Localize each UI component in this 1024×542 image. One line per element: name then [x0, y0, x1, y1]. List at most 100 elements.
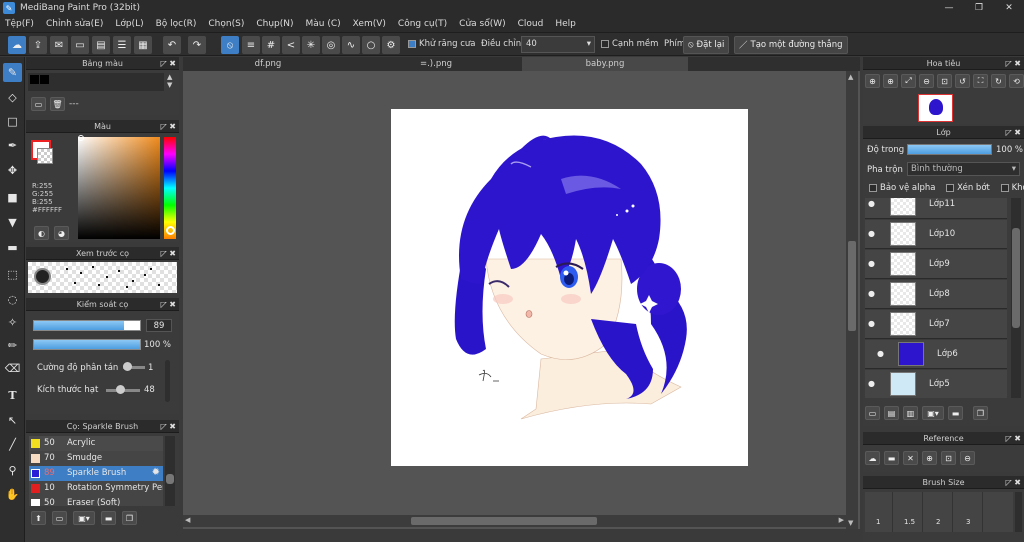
- layer-opacity-slider[interactable]: [907, 144, 992, 155]
- new-halftone-layer-icon[interactable]: ▤: [884, 406, 899, 420]
- lasso-tool-icon[interactable]: ◌: [3, 290, 22, 309]
- drawing-canvas[interactable]: [391, 109, 748, 466]
- fill-rect-tool-icon[interactable]: ■: [3, 188, 22, 207]
- grid-icon[interactable]: ▦: [134, 36, 152, 54]
- ellipse-snap-icon[interactable]: ○: [362, 36, 380, 54]
- rotate-right-icon[interactable]: ↻: [991, 74, 1006, 88]
- scroll-up-icon[interactable]: ▲: [848, 73, 853, 81]
- protect-alpha-checkbox[interactable]: [869, 183, 877, 192]
- palette-swatch[interactable]: [30, 75, 39, 84]
- zoom-icon[interactable]: ⊕: [865, 74, 880, 88]
- canvas-horizontal-scrollbar[interactable]: ◀ ▶: [183, 515, 846, 527]
- brush-size-slider[interactable]: [33, 320, 141, 331]
- divide-tool-icon[interactable]: ╱: [3, 435, 22, 454]
- palette-scroll[interactable]: ▲ ▼: [167, 73, 172, 89]
- particle-size-slider-handle[interactable]: [116, 385, 125, 394]
- menu-file[interactable]: Tệp(F): [5, 19, 34, 29]
- layer-item-10[interactable]: ● Lớp10: [865, 220, 1007, 249]
- panel-controls[interactable]: ◸ ✖: [161, 120, 176, 133]
- scroll-left-icon[interactable]: ◀: [185, 516, 190, 524]
- curve-snap-icon[interactable]: ∿: [342, 36, 360, 54]
- text-tool-icon[interactable]: T: [3, 386, 22, 405]
- blend-select[interactable]: Bình thường ▾: [907, 162, 1020, 176]
- move-tool-icon[interactable]: ✥: [3, 161, 22, 180]
- panel-controls[interactable]: ◸ ✖: [161, 247, 176, 260]
- radial-snap-icon[interactable]: ✳: [302, 36, 320, 54]
- panel-controls[interactable]: ◸ ✖: [161, 298, 176, 311]
- redo-icon[interactable]: ↷: [188, 36, 206, 54]
- brush-size-cell[interactable]: 2: [925, 492, 953, 532]
- layer-folder-icon[interactable]: ▬: [948, 406, 963, 420]
- navigator-thumbnail[interactable]: [918, 94, 953, 122]
- secondary-color-swatch[interactable]: [37, 148, 53, 164]
- list-icon[interactable]: ☰: [113, 36, 131, 54]
- lock-checkbox[interactable]: [1000, 183, 1009, 192]
- snap-off-icon[interactable]: ⦸: [221, 36, 239, 54]
- fullscreen-icon[interactable]: ⛶: [973, 74, 988, 88]
- parallel-snap-icon[interactable]: ≡: [242, 36, 260, 54]
- layer-item-6[interactable]: ● Lớp6: [865, 340, 1007, 369]
- delete-palette-icon[interactable]: 🗑: [50, 97, 65, 111]
- duplicate-icon[interactable]: ❐: [122, 511, 137, 525]
- brush-item-rotation-pen[interactable]: 10 Rotation Symmetry Pen: [29, 481, 163, 496]
- menu-help[interactable]: Help: [555, 19, 576, 29]
- brush-item-eraser-soft[interactable]: 50 Eraser (Soft): [29, 496, 163, 506]
- menu-color[interactable]: Màu (C): [306, 19, 341, 29]
- vanish-snap-icon[interactable]: <: [282, 36, 300, 54]
- bucket-tool-icon[interactable]: ▼: [3, 213, 22, 232]
- layer-duplicate-icon[interactable]: ❐: [973, 406, 988, 420]
- panel-controls[interactable]: ◸ ✖: [1006, 432, 1021, 445]
- hue-slider[interactable]: [164, 137, 176, 239]
- chat-icon[interactable]: ✉: [50, 36, 68, 54]
- edge-checkbox[interactable]: [601, 39, 609, 48]
- canvas-vertical-scroll-thumb[interactable]: [848, 241, 856, 331]
- brush-settings-icon[interactable]: ✹: [152, 467, 160, 478]
- eyedropper-icon[interactable]: ⚲: [3, 461, 22, 480]
- circle-snap-icon[interactable]: ◎: [322, 36, 340, 54]
- brush-control-scrollbar[interactable]: [165, 360, 170, 402]
- layer-item-9[interactable]: ● Lớp9: [865, 250, 1007, 279]
- pen-tool-icon[interactable]: ✒: [3, 136, 22, 155]
- straight-line-button[interactable]: ／ Tạo một đường thẳng: [734, 36, 848, 54]
- select-rect-icon[interactable]: ⬚: [3, 265, 22, 284]
- add-layer-menu-icon[interactable]: ▣▾: [922, 406, 944, 420]
- brush-item-acrylic[interactable]: 50 Acrylic: [29, 436, 163, 451]
- brush-menu-icon[interactable]: ▣▾: [73, 511, 95, 525]
- brush-size-scrollbar[interactable]: [1015, 492, 1022, 532]
- hand-tool-icon[interactable]: ✋: [3, 485, 22, 504]
- select-eraser-icon[interactable]: ⌫: [3, 359, 22, 378]
- palette-swatch[interactable]: [40, 75, 49, 84]
- fit-icon[interactable]: ⤢: [901, 74, 916, 88]
- minimize-button[interactable]: —: [934, 0, 964, 16]
- reference-zoom-out-icon[interactable]: ⊖: [960, 451, 975, 465]
- zoom-out-icon[interactable]: ⊖: [919, 74, 934, 88]
- menu-cloud[interactable]: Cloud: [518, 19, 544, 29]
- new-layer-icon[interactable]: ▭: [865, 406, 880, 420]
- panel-controls[interactable]: ◸ ✖: [161, 420, 176, 433]
- reset-view-icon[interactable]: ⟲: [1009, 74, 1024, 88]
- menu-snap[interactable]: Chụp(N): [256, 19, 293, 29]
- palette-swatches[interactable]: [28, 73, 164, 91]
- eye-icon[interactable]: ●: [868, 289, 878, 299]
- eye-icon[interactable]: ●: [868, 229, 878, 239]
- cloud-icon[interactable]: ☁: [8, 36, 26, 54]
- rectangle-tool-icon[interactable]: □: [3, 112, 22, 131]
- eye-icon[interactable]: ●: [868, 319, 878, 329]
- eye-icon[interactable]: ●: [868, 259, 878, 269]
- layer-item-11[interactable]: ● Lớp11: [865, 198, 1007, 219]
- brush-size-cell[interactable]: 3: [955, 492, 983, 532]
- scatter-slider-handle[interactable]: [123, 362, 132, 371]
- maximize-button[interactable]: ❐: [964, 0, 994, 16]
- brush-size-cell[interactable]: 1: [865, 492, 893, 532]
- share-icon[interactable]: ⇪: [29, 36, 47, 54]
- eye-icon[interactable]: ●: [868, 379, 878, 389]
- new-brush-icon[interactable]: ▭: [52, 511, 67, 525]
- panel-controls[interactable]: ◸ ✖: [161, 57, 176, 70]
- layer-list-scrollbar[interactable]: [1011, 198, 1021, 398]
- tab-second[interactable]: =.).png: [353, 57, 519, 71]
- panel-controls[interactable]: ◸ ✖: [1006, 476, 1021, 489]
- zoom-in-icon[interactable]: ⊕: [883, 74, 898, 88]
- brush-item-smudge[interactable]: 70 Smudge: [29, 451, 163, 466]
- reference-zoom-in-icon[interactable]: ⊕: [922, 451, 937, 465]
- hue-slider-handle[interactable]: [166, 226, 175, 235]
